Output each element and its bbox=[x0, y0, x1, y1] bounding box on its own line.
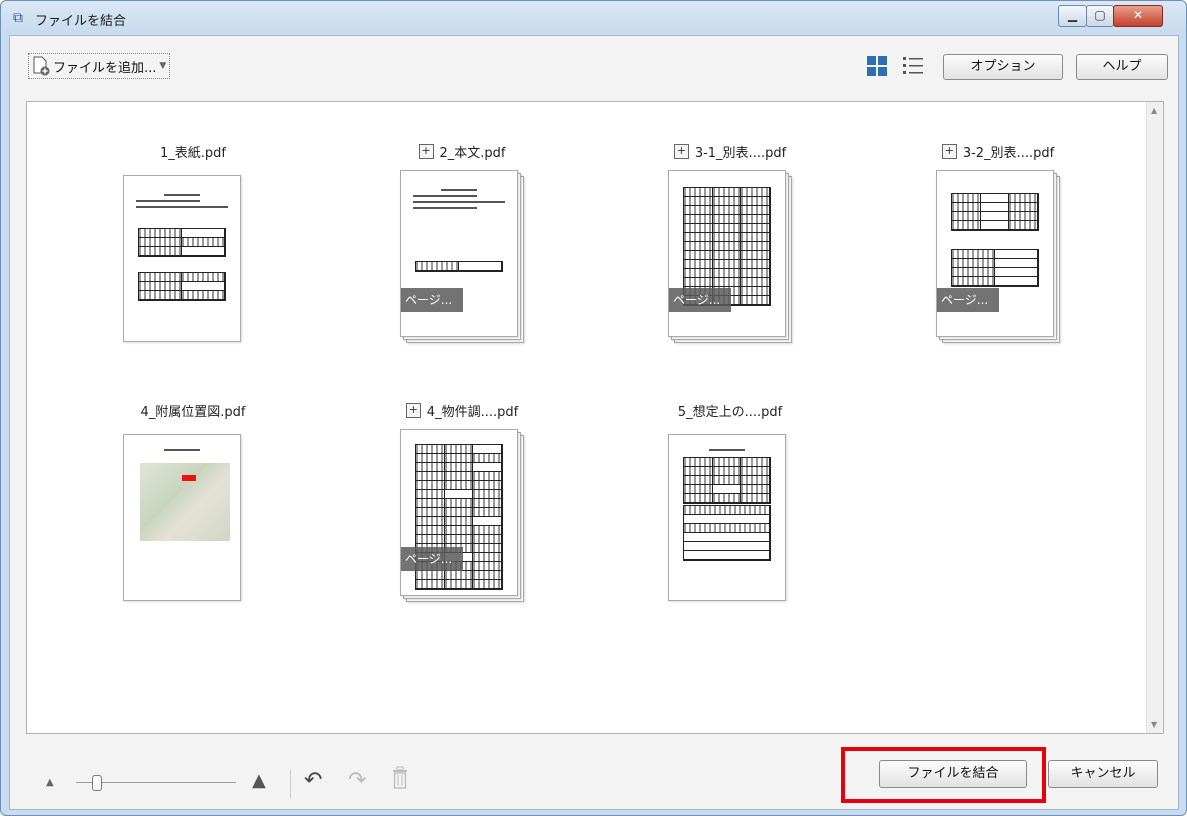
zoom-in-mountain-icon[interactable]: ▲ bbox=[252, 770, 266, 791]
chevron-down-icon: ▼ bbox=[159, 61, 167, 71]
add-file-label: ファイルを追加... bbox=[53, 60, 157, 76]
redo-icon[interactable]: ↷ bbox=[348, 768, 366, 793]
combine-files-button[interactable]: ファイルを結合 bbox=[879, 760, 1027, 788]
file-name: 2_本文.pdf bbox=[439, 146, 506, 161]
bottom-toolbar: ▲ ▲ ↶ ↷ ファイルを結合 キャンセル bbox=[10, 746, 1178, 803]
scroll-up-icon[interactable]: ▲ bbox=[1151, 106, 1157, 115]
file-name: 1_表紙.pdf bbox=[160, 146, 226, 161]
location-map-image bbox=[140, 463, 230, 541]
zoom-out-mountain-icon[interactable]: ▲ bbox=[46, 777, 54, 788]
expand-pages-icon[interactable]: + bbox=[941, 144, 957, 159]
help-button[interactable]: ヘルプ bbox=[1076, 54, 1168, 80]
pages-overlay-label[interactable]: ページ... bbox=[401, 288, 463, 312]
vertical-scrollbar[interactable]: ▲ ▼ bbox=[1146, 102, 1163, 733]
page-thumbnail: ページ... bbox=[936, 170, 1054, 337]
page-thumbnail: ページ... bbox=[400, 429, 518, 596]
page-thumbnail: ページ... bbox=[400, 170, 518, 337]
close-button[interactable]: ✕ bbox=[1113, 5, 1163, 27]
window-title: ファイルを結合 bbox=[35, 14, 127, 29]
expand-pages-icon[interactable]: + bbox=[418, 144, 434, 159]
add-file-button[interactable]: ファイルを追加... ▼ bbox=[28, 53, 171, 79]
expand-pages-icon[interactable]: + bbox=[673, 144, 689, 159]
page-thumbnail bbox=[123, 175, 241, 342]
dialog-client-area: ファイルを追加... ▼ オプション ヘルプ ▲ ▼ 1_表紙.pdf + 2_… bbox=[9, 35, 1179, 810]
page-thumbnail: ページ... bbox=[668, 170, 786, 337]
file-name: 4_附属位置図.pdf bbox=[140, 405, 246, 420]
file-name: 4_物件調....pdf bbox=[426, 405, 519, 420]
trash-icon[interactable] bbox=[391, 766, 409, 790]
list-view-icon[interactable] bbox=[902, 55, 924, 77]
cancel-button[interactable]: キャンセル bbox=[1048, 760, 1158, 788]
file-name: 5_想定上の....pdf bbox=[677, 405, 783, 420]
file-thumbnail-area[interactable]: ▲ ▼ 1_表紙.pdf +2_本文.pdf ページ... + 3-1_別表..… bbox=[26, 101, 1164, 734]
file-name: 3-1_別表....pdf bbox=[694, 146, 787, 161]
pages-overlay-label[interactable]: ページ... bbox=[937, 288, 999, 312]
combine-files-window: ⧉ ファイルを結合 ▁ ▢ ✕ ファイルを追加... ▼ オプション ヘルプ ▲… bbox=[0, 0, 1187, 816]
pages-overlay-label[interactable]: ページ... bbox=[669, 288, 731, 312]
page-thumbnail bbox=[668, 434, 786, 601]
file-name: 3-2_別表....pdf bbox=[962, 146, 1055, 161]
slider-knob[interactable] bbox=[92, 775, 102, 791]
add-file-icon bbox=[33, 56, 50, 76]
undo-icon[interactable]: ↶ bbox=[304, 768, 322, 793]
expand-pages-icon[interactable]: + bbox=[405, 403, 421, 418]
minimize-button[interactable]: ▁ bbox=[1058, 5, 1087, 27]
scroll-down-icon[interactable]: ▼ bbox=[1151, 720, 1157, 729]
maximize-button[interactable]: ▢ bbox=[1086, 5, 1114, 27]
page-thumbnail bbox=[123, 434, 241, 601]
pages-overlay-label[interactable]: ページ... bbox=[401, 547, 463, 571]
thumbnail-view-icon[interactable] bbox=[866, 55, 888, 77]
title-bar: ⧉ ファイルを結合 ▁ ▢ ✕ bbox=[1, 1, 1186, 35]
options-button[interactable]: オプション bbox=[943, 54, 1063, 80]
combine-app-icon: ⧉ bbox=[13, 10, 23, 26]
